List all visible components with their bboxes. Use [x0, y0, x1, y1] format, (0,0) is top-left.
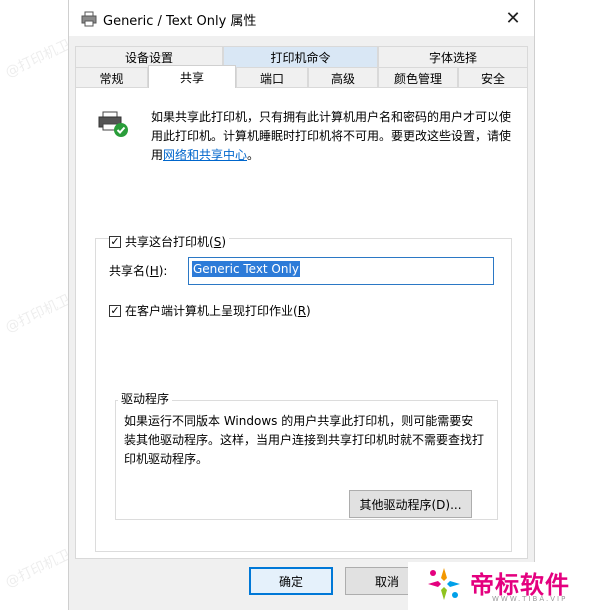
tab-label: 打印机命令 — [270, 50, 331, 65]
brand-logo: 帝标软件 WWW.TIBA.VIP — [408, 562, 600, 610]
tab-color-management[interactable]: 颜色管理 — [378, 67, 458, 88]
sharing-info-text: 如果共享此打印机，只有拥有此计算机用户名和密码的用户才可以使用此打印机。计算机睡… — [151, 108, 521, 165]
tab-label: 设备设置 — [124, 50, 173, 65]
ok-button[interactable]: 确定 — [249, 567, 333, 595]
button-label: 取消 — [374, 574, 399, 589]
printer-icon — [81, 11, 97, 27]
additional-drivers-button[interactable]: 其他驱动程序(D)... — [349, 490, 472, 518]
tab-sharing[interactable]: 共享 — [148, 65, 236, 88]
button-label: 其他驱动程序(D)... — [359, 497, 462, 512]
tab-printer-commands[interactable]: 打印机命令 — [223, 46, 378, 67]
check-icon: ✓ — [110, 303, 120, 317]
share-printer-checkbox-row[interactable]: ✓ 共享这台打印机(S) — [109, 233, 229, 250]
tab-label: 端口 — [259, 71, 284, 86]
share-printer-checkbox[interactable]: ✓ — [109, 234, 121, 248]
render-jobs-checkbox[interactable]: ✓ — [109, 303, 121, 317]
tab-font-selection[interactable]: 字体选择 — [378, 46, 528, 67]
tab-general[interactable]: 常规 — [75, 67, 148, 88]
drivers-group-title: 驱动程序 — [118, 390, 173, 407]
render-jobs-checkbox-row[interactable]: ✓ 在客户端计算机上呈现打印作业(R) — [109, 302, 314, 319]
tab-device-settings[interactable]: 设备设置 — [75, 46, 223, 67]
tab-advanced[interactable]: 高级 — [308, 67, 378, 88]
shared-printer-icon — [98, 111, 128, 137]
logo-icon — [428, 568, 460, 600]
properties-dialog: Generic / Text Only 属性 ✕ 设备设置 打印机命令 字体选择… — [68, 0, 535, 610]
tab-label: 安全 — [480, 71, 505, 86]
tab-label: 共享 — [179, 70, 204, 85]
share-printer-label: 共享这台打印机(S) — [125, 235, 226, 249]
tab-label: 高级 — [330, 71, 355, 86]
share-name-input[interactable]: Generic Text Only — [188, 257, 494, 285]
network-sharing-center-link[interactable]: 网络和共享中心 — [163, 148, 247, 162]
tab-label: 颜色管理 — [393, 71, 442, 86]
tab-label: 常规 — [99, 71, 124, 86]
share-name-value: Generic Text Only — [192, 261, 300, 277]
tab-row-top: 设备设置 打印机命令 字体选择 — [75, 46, 528, 67]
title-bar: Generic / Text Only 属性 ✕ — [69, 0, 534, 36]
check-icon: ✓ — [110, 234, 120, 248]
close-button[interactable]: ✕ — [492, 0, 534, 36]
tab-security[interactable]: 安全 — [458, 67, 528, 88]
tab-label: 字体选择 — [428, 50, 477, 65]
window-title: Generic / Text Only 属性 — [103, 14, 257, 29]
button-label: 确定 — [278, 574, 303, 589]
logo-subtext: WWW.TIBA.VIP — [492, 595, 568, 603]
drivers-description: 如果运行不同版本 Windows 的用户共享此打印机，则可能需要安装其他驱动程序… — [124, 414, 485, 466]
share-name-label: 共享名(H): — [109, 264, 168, 278]
info-text-end: 。 — [247, 148, 260, 162]
tab-row-bottom: 常规 共享 端口 高级 颜色管理 安全 — [75, 65, 528, 88]
tab-ports[interactable]: 端口 — [236, 67, 308, 88]
render-jobs-label: 在客户端计算机上呈现打印作业(R) — [125, 304, 311, 318]
close-icon: ✕ — [505, 7, 521, 29]
